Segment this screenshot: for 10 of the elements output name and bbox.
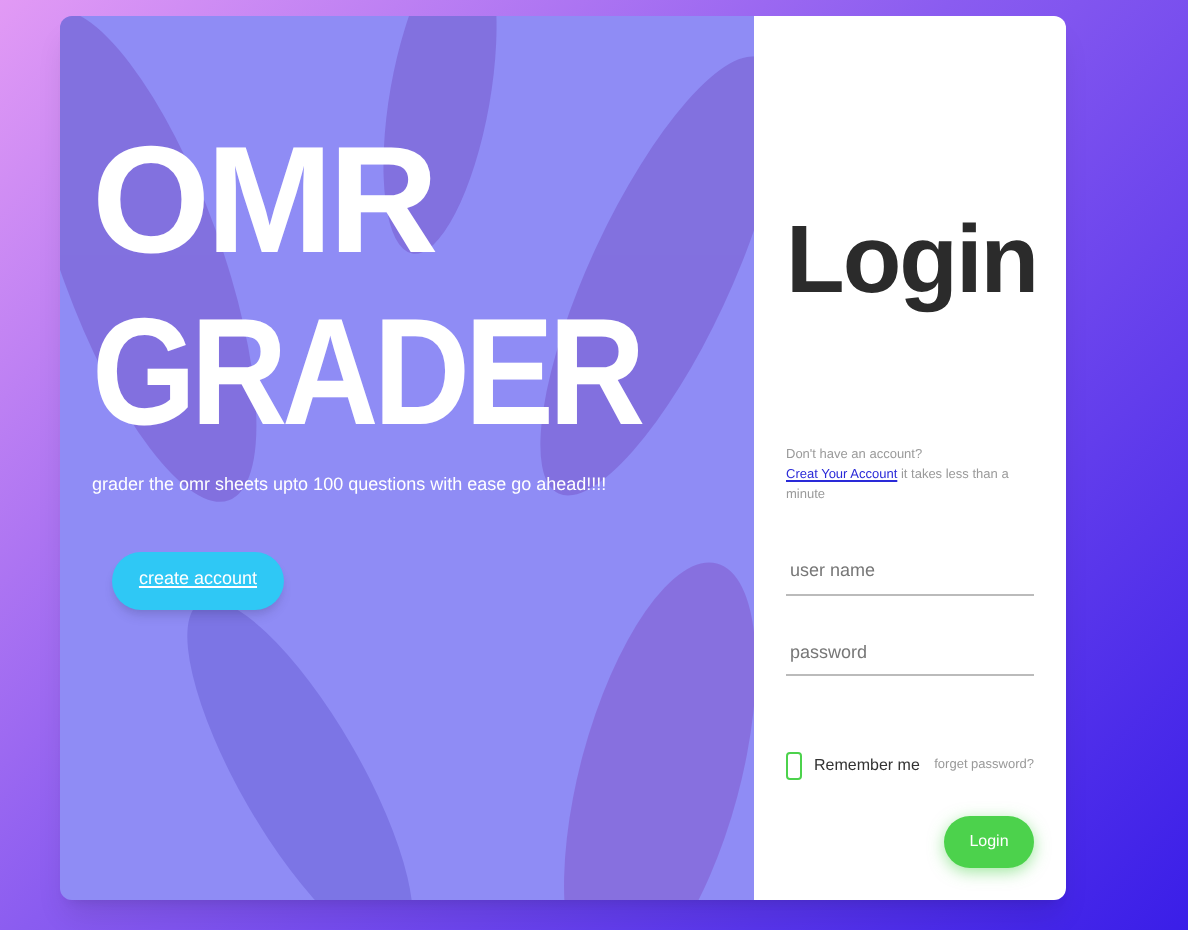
login-title: Login bbox=[786, 206, 1034, 318]
login-button[interactable]: Login bbox=[944, 816, 1034, 868]
tagline: grader the omr sheets upto 100 questions with ease go ahead!!!! bbox=[92, 472, 607, 498]
create-account-button[interactable]: create account bbox=[112, 551, 284, 609]
remember-label: Remember me bbox=[814, 754, 920, 778]
remember-checkbox[interactable] bbox=[786, 752, 802, 780]
password-field[interactable]: password bbox=[786, 631, 1034, 676]
title-grader: GRADER bbox=[92, 288, 640, 460]
username-field[interactable]: user name bbox=[786, 550, 1034, 595]
title-omr: OMR bbox=[92, 116, 435, 288]
